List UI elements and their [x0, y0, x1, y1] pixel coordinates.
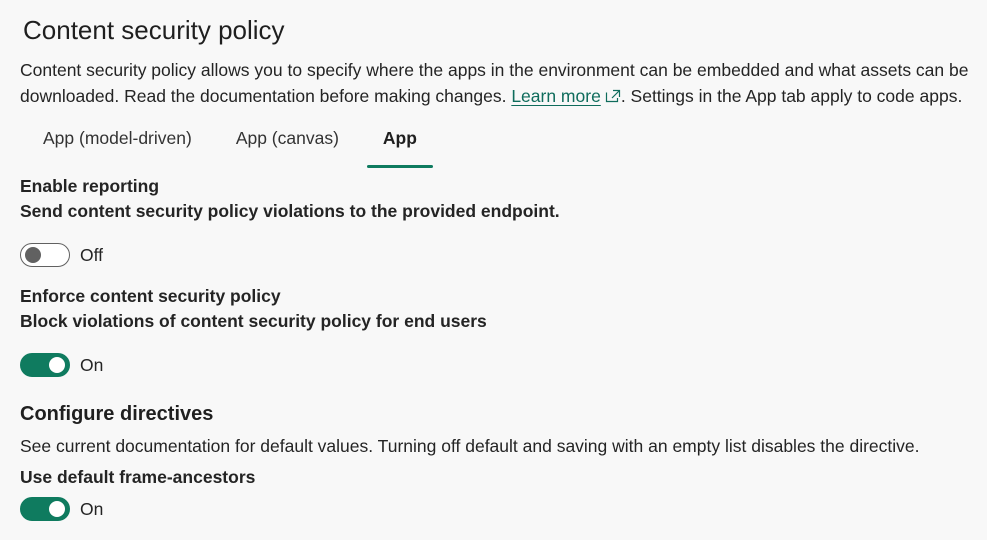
enable-reporting-label: Enable reporting [20, 176, 160, 196]
app-type-tabs: App (model-driven) App (canvas) App [25, 122, 435, 168]
page-description: Content security policy allows you to sp… [20, 57, 980, 110]
enforce-csp-label: Enforce content security policy [20, 286, 281, 306]
tab-app[interactable]: App [365, 122, 435, 168]
frame-ancestors-toggle[interactable] [20, 497, 70, 521]
page-title: Content security policy [23, 15, 285, 45]
tab-app-canvas[interactable]: App (canvas) [218, 122, 357, 166]
tab-app-model-driven[interactable]: App (model-driven) [25, 122, 210, 166]
description-suffix: . Settings in the App tab apply to code … [620, 86, 963, 106]
frame-ancestors-toggle-row[interactable]: On [20, 497, 103, 521]
enforce-csp-description: Block violations of content security pol… [20, 311, 487, 331]
enforce-csp-toggle[interactable] [20, 353, 70, 377]
enable-reporting-description: Send content security policy violations … [20, 201, 560, 221]
csp-settings-page: Content security policy Content security… [0, 0, 987, 540]
enforce-csp-state: On [80, 354, 104, 375]
toggle-knob [49, 357, 65, 373]
enable-reporting-toggle-row[interactable]: Off [20, 243, 103, 267]
toggle-knob [25, 247, 41, 263]
frame-ancestors-label: Use default frame-ancestors [20, 467, 256, 487]
configure-directives-heading: Configure directives [20, 403, 214, 425]
learn-more-link[interactable]: Learn more [511, 86, 601, 106]
enable-reporting-toggle[interactable] [20, 243, 70, 267]
enable-reporting-state: Off [80, 244, 104, 265]
toggle-knob [49, 501, 65, 517]
external-link-icon[interactable] [605, 84, 621, 110]
frame-ancestors-state: On [80, 498, 104, 519]
enforce-csp-toggle-row[interactable]: On [20, 353, 103, 377]
configure-directives-description: See current documentation for default va… [20, 436, 920, 456]
